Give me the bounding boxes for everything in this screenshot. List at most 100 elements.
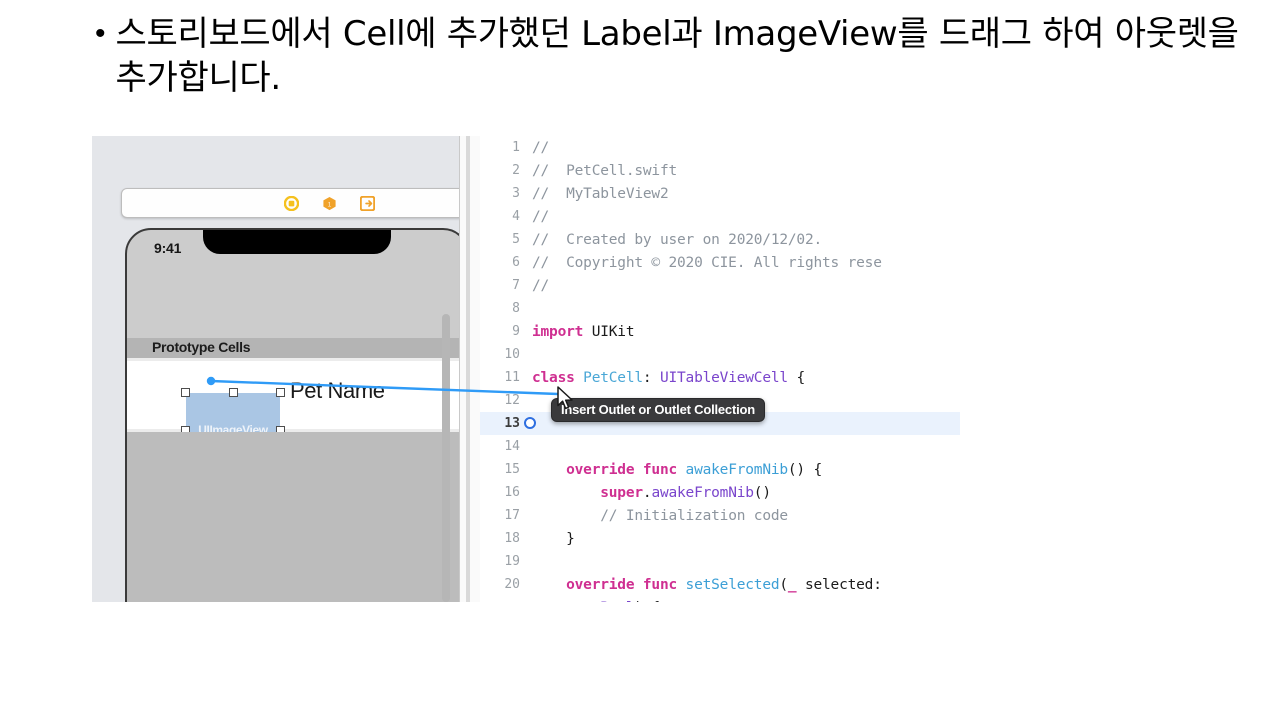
editor-split-handle[interactable] bbox=[466, 136, 470, 602]
code-line[interactable]: 1// bbox=[480, 136, 960, 159]
line-number: 8 bbox=[480, 301, 532, 316]
table-view[interactable]: Prototype Cells Pet Name UIImageView bbox=[127, 338, 459, 602]
code-line[interactable]: 16 super.awakeFromNib() bbox=[480, 481, 960, 504]
code-token bbox=[532, 485, 600, 501]
line-number: 19 bbox=[480, 554, 532, 569]
code-token: // MyTableView2 bbox=[532, 186, 668, 202]
prototype-cell[interactable]: Pet Name UIImageView bbox=[127, 358, 459, 432]
scene-dock[interactable]: 1 bbox=[121, 188, 459, 218]
view-controller-icon[interactable] bbox=[284, 196, 299, 211]
mouse-cursor-icon bbox=[556, 386, 576, 412]
line-number: 11 bbox=[480, 370, 532, 385]
code-token: // Copyright © 2020 CIE. All rights rese bbox=[532, 255, 882, 271]
code-line[interactable]: 7// bbox=[480, 274, 960, 297]
storyboard-canvas[interactable]: 1 9:41 Prototype Ce bbox=[92, 136, 459, 602]
line-number: 3 bbox=[480, 186, 532, 201]
code-token bbox=[532, 462, 566, 478]
table-section-header-label: Prototype Cells bbox=[152, 339, 250, 355]
code-line[interactable]: 20 override func setSelected(_ selected: bbox=[480, 573, 960, 596]
resize-handle-top-right[interactable] bbox=[276, 388, 285, 397]
bullet-row: • 스토리보드에서 Cell에 추가했던 Label과 ImageView를 드… bbox=[95, 12, 1255, 100]
code-token: awakeFromNib bbox=[677, 462, 788, 478]
xcode-screenshot: 1 9:41 Prototype Ce bbox=[92, 136, 960, 602]
storyboard-panel[interactable]: 1 9:41 Prototype Ce bbox=[92, 136, 459, 602]
code-token: // Created by user on 2020/12/02. bbox=[532, 232, 822, 248]
slide-heading: • 스토리보드에서 Cell에 추가했던 Label과 ImageView를 드… bbox=[95, 12, 1255, 100]
code-line[interactable]: 2// PetCell.swift bbox=[480, 159, 960, 182]
code-line[interactable]: 4// bbox=[480, 205, 960, 228]
code-line[interactable]: Bool) { bbox=[480, 596, 960, 602]
code-token: UIKit bbox=[583, 324, 634, 340]
code-text[interactable]: // Created by user on 2020/12/02. bbox=[532, 232, 960, 248]
first-responder-icon[interactable]: 1 bbox=[322, 196, 337, 211]
line-number: 14 bbox=[480, 439, 532, 454]
code-line[interactable]: 18 } bbox=[480, 527, 960, 550]
code-token: () bbox=[754, 485, 771, 501]
code-token: // PetCell.swift bbox=[532, 163, 677, 179]
line-number: 9 bbox=[480, 324, 532, 339]
scene-dock-icons: 1 bbox=[284, 189, 375, 217]
code-token: super bbox=[600, 485, 643, 501]
line-number: 16 bbox=[480, 485, 532, 500]
code-text[interactable]: Bool) { bbox=[532, 600, 960, 603]
storyboard-scrollbar-thumb[interactable] bbox=[442, 314, 450, 602]
exit-icon[interactable] bbox=[360, 196, 375, 211]
code-text[interactable]: super.awakeFromNib() bbox=[532, 485, 960, 501]
code-text[interactable]: // bbox=[532, 278, 960, 294]
editor-split-divider[interactable] bbox=[459, 136, 482, 602]
line-number: 4 bbox=[480, 209, 532, 224]
code-token: ( bbox=[779, 577, 788, 593]
code-token: } bbox=[532, 531, 575, 547]
code-token: () { bbox=[788, 462, 822, 478]
code-token: Bool bbox=[600, 600, 634, 603]
code-token: ) { bbox=[634, 600, 660, 603]
code-token bbox=[532, 508, 600, 524]
code-text[interactable]: } bbox=[532, 531, 960, 547]
code-token: import bbox=[532, 324, 583, 340]
code-line[interactable]: 19 bbox=[480, 550, 960, 573]
code-text[interactable]: // Initialization code bbox=[532, 508, 960, 524]
code-text[interactable]: override func setSelected(_ selected: bbox=[532, 577, 960, 593]
code-line[interactable]: 5// Created by user on 2020/12/02. bbox=[480, 228, 960, 251]
code-line[interactable]: 14 bbox=[480, 435, 960, 458]
table-body-filler bbox=[127, 432, 459, 602]
code-text[interactable]: class PetCell: UITableViewCell { bbox=[532, 370, 960, 386]
outlet-tooltip: Insert Outlet or Outlet Collection bbox=[551, 398, 765, 422]
line-number: 6 bbox=[480, 255, 532, 270]
pet-name-label[interactable]: Pet Name bbox=[290, 378, 385, 404]
line-number: 18 bbox=[480, 531, 532, 546]
code-text[interactable]: override func awakeFromNib() { bbox=[532, 462, 960, 478]
code-text[interactable]: // bbox=[532, 140, 960, 156]
code-token: // bbox=[532, 140, 549, 156]
resize-handle-top-left[interactable] bbox=[181, 388, 190, 397]
resize-handle-top-center[interactable] bbox=[229, 388, 238, 397]
code-text[interactable]: // Copyright © 2020 CIE. All rights rese bbox=[532, 255, 960, 271]
device-frame[interactable]: 9:41 Prototype Cells Pet Name UIImageVie… bbox=[125, 228, 459, 602]
code-line[interactable]: 11class PetCell: UITableViewCell { bbox=[480, 366, 960, 389]
outlet-circle-icon[interactable] bbox=[524, 417, 536, 429]
line-number: 20 bbox=[480, 577, 532, 592]
line-number: 10 bbox=[480, 347, 532, 362]
code-line[interactable]: 8 bbox=[480, 297, 960, 320]
line-number: 17 bbox=[480, 508, 532, 523]
code-line[interactable]: 10 bbox=[480, 343, 960, 366]
code-line[interactable]: 9import UIKit bbox=[480, 320, 960, 343]
code-token: UITableViewCell bbox=[660, 370, 788, 386]
bullet-text: 스토리보드에서 Cell에 추가했던 Label과 ImageView를 드래그… bbox=[116, 12, 1255, 100]
code-token: : bbox=[643, 370, 660, 386]
code-line[interactable]: 3// MyTableView2 bbox=[480, 182, 960, 205]
code-token: override func bbox=[566, 577, 677, 593]
bullet-marker: • bbox=[95, 12, 106, 56]
code-text[interactable]: import UIKit bbox=[532, 324, 960, 340]
code-token: class bbox=[532, 370, 575, 386]
source-code-editor[interactable]: 1//2// PetCell.swift3// MyTableView24//5… bbox=[480, 136, 960, 602]
code-text[interactable]: // PetCell.swift bbox=[532, 163, 960, 179]
code-line[interactable]: 6// Copyright © 2020 CIE. All rights res… bbox=[480, 251, 960, 274]
code-line[interactable]: 15 override func awakeFromNib() { bbox=[480, 458, 960, 481]
status-bar-time: 9:41 bbox=[154, 240, 181, 256]
code-line[interactable]: 17 // Initialization code bbox=[480, 504, 960, 527]
code-token bbox=[532, 577, 566, 593]
code-token bbox=[532, 600, 600, 603]
code-text[interactable]: // MyTableView2 bbox=[532, 186, 960, 202]
code-text[interactable]: // bbox=[532, 209, 960, 225]
